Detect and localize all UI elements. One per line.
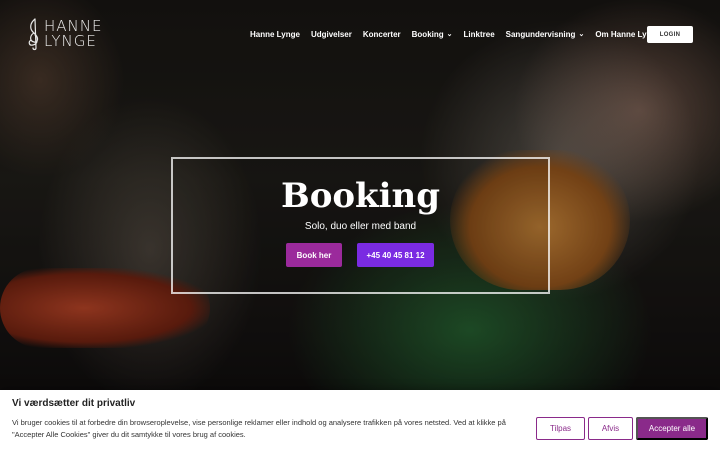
nav-item-label: Udgivelser	[310, 29, 352, 39]
chevron-down-icon: ⌄	[446, 31, 453, 38]
cookie-banner: Vi værdsætter dit privatliv Vi bruger co…	[0, 390, 720, 450]
chevron-down-icon: ⌄	[578, 31, 585, 38]
nav-item-hanne-lynge[interactable]: Hanne Lynge	[250, 30, 300, 39]
customize-cookies-button[interactable]: Tilpas	[536, 417, 585, 440]
accept-all-cookies-button[interactable]: Accepter alle	[636, 417, 708, 440]
nav-item-label: Hanne Lynge	[250, 29, 300, 39]
cookie-title: Vi værdsætter dit privatliv	[12, 398, 136, 409]
treble-clef-icon	[28, 18, 39, 51]
nav-item-label: Koncerter	[362, 29, 401, 39]
hero-subtitle: Solo, duo eller med band	[304, 221, 417, 232]
login-button[interactable]: LOGIN	[647, 26, 693, 43]
nav-item-koncerter[interactable]: Koncerter	[363, 30, 401, 39]
nav-item-label: Linktree	[463, 29, 495, 39]
nav-item-label: Booking	[411, 29, 444, 39]
nav-item-sangundervisning[interactable]: Sangundervisning ⌄	[506, 30, 585, 39]
main-nav: Hanne Lynge Udgivelser Koncerter Booking…	[250, 27, 672, 41]
site-logo[interactable]: HANNE LYNGE	[26, 16, 106, 52]
logo-line-2: LYNGE	[44, 32, 97, 50]
logo-text: HANNE LYNGE	[44, 19, 102, 49]
cookie-text: Vi bruger cookies til at forbedre din br…	[12, 418, 506, 439]
page-title: Booking	[280, 176, 441, 216]
nav-item-linktree[interactable]: Linktree	[464, 30, 495, 39]
nav-item-booking[interactable]: Booking ⌄	[412, 30, 453, 39]
book-here-button[interactable]: Book her	[286, 243, 342, 267]
reject-cookies-button[interactable]: Afvis	[588, 417, 633, 440]
nav-item-label: Sangundervisning	[505, 29, 576, 39]
nav-item-udgivelser[interactable]: Udgivelser	[311, 30, 352, 39]
phone-button[interactable]: +45 40 45 81 12	[357, 243, 434, 267]
